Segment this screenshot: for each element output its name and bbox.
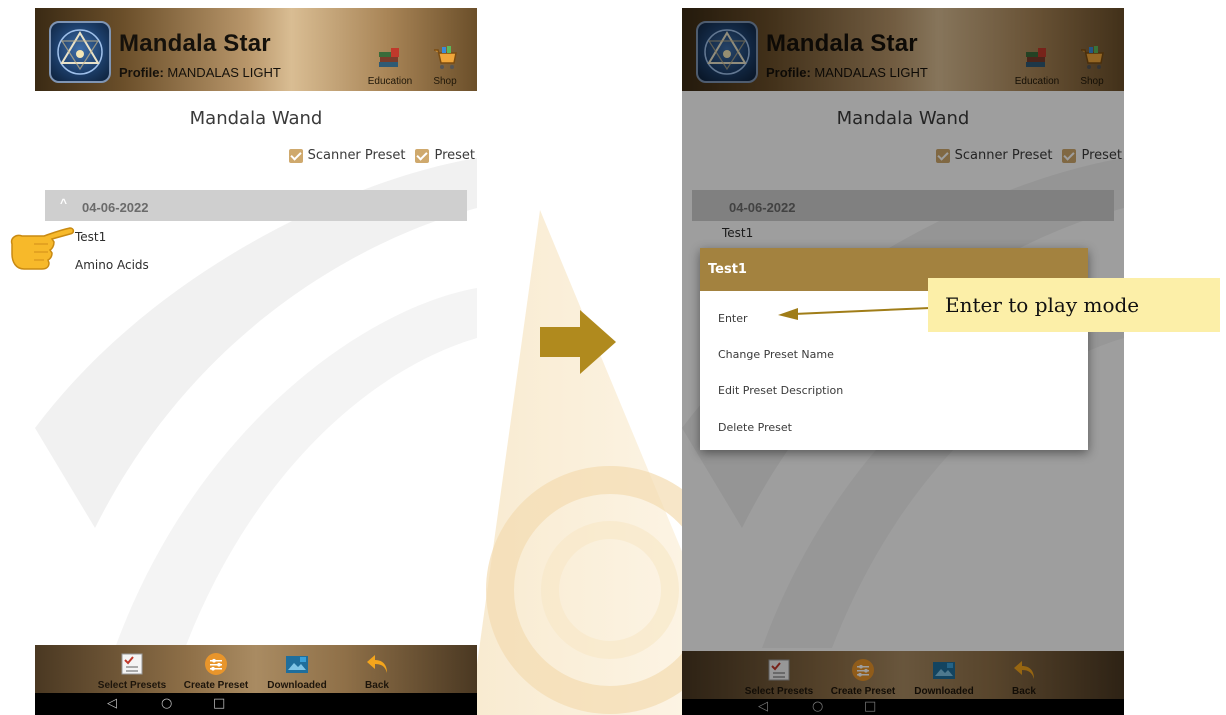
app-header: Mandala Star Profile: MANDALAS LIGHT Edu… xyxy=(35,8,477,91)
scanner-preset-label[interactable]: Scanner Preset xyxy=(308,148,406,163)
android-system-bar: ◁ ○ □ xyxy=(35,693,477,715)
delete-preset-option[interactable]: Delete Preset xyxy=(718,421,792,434)
phone-screen-after: Mandala Star Profile: MANDALAS LIGHT Edu… xyxy=(682,8,1124,715)
phone-screen-before: Mandala Star Profile: MANDALAS LIGHT Edu… xyxy=(35,8,477,715)
preset-list-item[interactable]: Test1 xyxy=(75,230,106,244)
date-group-header[interactable]: ^ 04-06-2022 xyxy=(45,190,467,221)
date-group-label: 04-06-2022 xyxy=(82,200,149,215)
sliders-circle-icon xyxy=(205,653,227,675)
profile-label: Profile: xyxy=(119,65,164,80)
scanner-preset-checkbox[interactable] xyxy=(288,148,303,163)
shopping-cart-icon[interactable] xyxy=(431,44,459,72)
system-back-icon[interactable]: ◁ xyxy=(107,696,117,711)
chevron-up-icon: ^ xyxy=(60,196,68,210)
preset-filter-row: Scanner Preset Preset xyxy=(288,148,477,163)
profile-line: Profile: MANDALAS LIGHT xyxy=(119,65,281,80)
back-arrow-icon xyxy=(367,655,387,673)
transition-arrow-icon xyxy=(540,310,616,374)
download-image-icon xyxy=(286,656,308,673)
select-presets-button[interactable]: Select Presets xyxy=(92,645,172,691)
select-presets-label: Select Presets xyxy=(97,680,167,691)
downloaded-label: Downloaded xyxy=(267,680,327,691)
edit-preset-description-option[interactable]: Edit Preset Description xyxy=(718,384,843,397)
checklist-icon xyxy=(121,653,143,675)
create-preset-button[interactable]: Create Preset xyxy=(176,645,256,691)
shop-button-label[interactable]: Shop xyxy=(427,76,463,87)
downloaded-button[interactable]: Downloaded xyxy=(257,645,337,691)
system-recents-icon[interactable]: □ xyxy=(213,696,225,711)
callout-pointer-arrow xyxy=(778,307,930,320)
preset-checkbox[interactable] xyxy=(415,148,430,163)
app-title: Mandala Star xyxy=(119,30,271,57)
change-preset-name-option[interactable]: Change Preset Name xyxy=(718,348,834,361)
tutorial-canvas: Mandala Star Profile: MANDALAS LIGHT Edu… xyxy=(0,0,1226,715)
education-button-label[interactable]: Education xyxy=(365,76,415,87)
back-label: Back xyxy=(365,680,389,691)
preset-list-item[interactable]: Amino Acids xyxy=(75,258,149,272)
system-home-icon[interactable]: ○ xyxy=(161,696,172,711)
preset-label[interactable]: Preset xyxy=(434,148,475,163)
create-preset-label: Create Preset xyxy=(183,680,249,691)
mandala-logo-icon xyxy=(49,21,111,83)
enter-option[interactable]: Enter xyxy=(718,312,748,325)
bottom-navigation: Select Presets Create Preset Downloaded xyxy=(35,645,477,693)
book-stack-icon[interactable] xyxy=(375,44,403,72)
screen-title: Mandala Wand xyxy=(189,108,323,129)
pointing-hand-icon xyxy=(10,227,75,270)
annotation-callout: Enter to play mode xyxy=(928,278,1220,332)
profile-name: MANDALAS LIGHT xyxy=(167,65,281,80)
back-button[interactable]: Back xyxy=(337,645,417,691)
